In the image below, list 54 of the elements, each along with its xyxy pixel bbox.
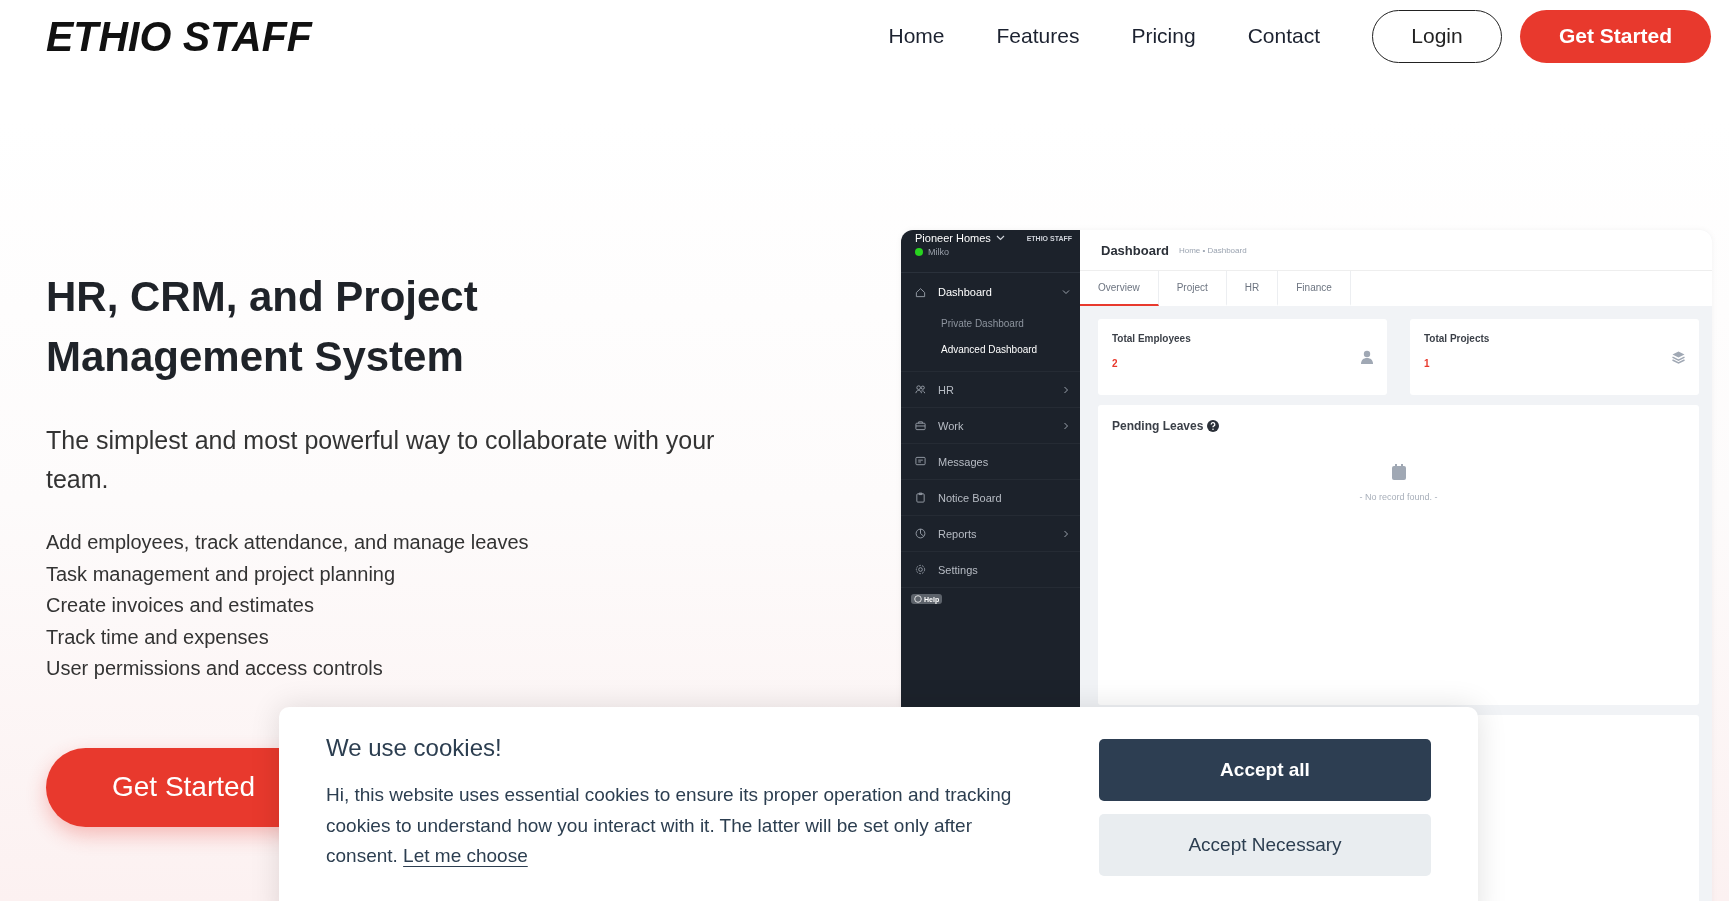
hero-title: HR, CRM, and Project Management System	[46, 272, 479, 382]
sidebar-item[interactable]: Work	[901, 408, 1080, 443]
accept-all-button[interactable]: Accept all	[1099, 739, 1431, 801]
nav-link[interactable]: Features	[996, 24, 1080, 48]
sidebar-item[interactable]: Notice Board	[901, 480, 1080, 515]
settings-icon	[915, 564, 926, 575]
nav-link[interactable]: Contact	[1247, 24, 1320, 48]
user-name: Milko	[928, 247, 949, 257]
layers-icon	[1672, 350, 1685, 364]
nav-link[interactable]: Home	[888, 24, 945, 48]
sidebar-item[interactable]: HR	[901, 372, 1080, 407]
card-title: Pending Leaves	[1112, 419, 1204, 433]
chevron-down-icon	[995, 235, 1005, 241]
page-title: Dashboard	[1101, 242, 1169, 258]
tab[interactable]: Project	[1158, 271, 1227, 306]
cookie-title: We use cookies!	[326, 734, 503, 762]
let-me-choose-link[interactable]: Let me choose	[403, 845, 528, 866]
stat-value: 1	[1424, 358, 1431, 369]
cookie-text: Hi, this website uses essential cookies to ensure its proper operation and tracking cookies to understand how you interact with it. The latter will be set only after consent. Let me choose	[326, 783, 1013, 868]
sidebar-subitem[interactable]: Private Dashboard	[901, 311, 1080, 337]
message-icon	[915, 456, 926, 467]
help-icon	[1207, 420, 1220, 432]
empty-message: - No record found. -	[1359, 492, 1438, 502]
tab[interactable]: HR	[1226, 271, 1279, 306]
help-icon	[914, 595, 922, 603]
calendar-icon	[1391, 464, 1406, 480]
home-icon	[915, 286, 926, 298]
accept-necessary-button[interactable]: Accept Necessary	[1099, 814, 1431, 876]
nav-link[interactable]: Pricing	[1131, 24, 1196, 48]
stat-value: 2	[1112, 358, 1119, 369]
company-name[interactable]: Pioneer Homes	[915, 232, 991, 244]
sidebar-item[interactable]: Settings	[901, 552, 1080, 587]
stat-label: Total Projects	[1424, 333, 1490, 344]
sidebar-item[interactable]: Messages	[901, 444, 1080, 479]
sidebar-subitem[interactable]: Advanced Dashboard	[901, 337, 1080, 363]
sidebar-item[interactable]: Reports	[901, 516, 1080, 551]
pie-chart-icon	[915, 528, 926, 539]
hero-subtitle: The simplest and most powerful way to collaborate with your team.	[46, 425, 716, 495]
person-icon	[1361, 350, 1373, 364]
login-button[interactable]: Login	[1372, 9, 1502, 63]
tab[interactable]: Finance	[1278, 271, 1351, 306]
get-started-button[interactable]: Get Started	[1520, 9, 1711, 63]
feature-item: Track time and expenses	[46, 624, 270, 650]
clipboard-icon	[915, 492, 926, 503]
feature-item: Create invoices and estimates	[46, 593, 315, 618]
feature-item: Add employees, track attendance, and manage leaves	[46, 530, 530, 555]
stat-label: Total Employees	[1112, 333, 1191, 344]
online-dot	[915, 248, 923, 256]
sidebar-item[interactable]: Dashboard	[901, 273, 1080, 311]
logo[interactable]: ETHIO STAFF	[46, 11, 312, 61]
feature-item: User permissions and access controls	[46, 656, 384, 681]
briefcase-icon	[915, 420, 926, 431]
tab[interactable]: Overview	[1080, 271, 1159, 306]
feature-item: Task management and project planning	[46, 561, 397, 587]
